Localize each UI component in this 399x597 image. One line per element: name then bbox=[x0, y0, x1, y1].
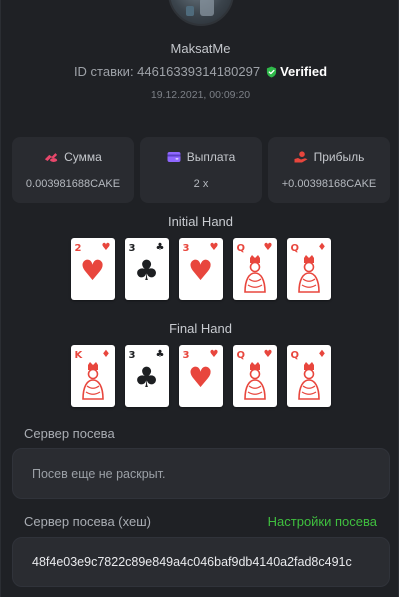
card-suit-small: ♥ bbox=[101, 242, 111, 253]
card-rank: 3 bbox=[128, 350, 136, 361]
wallet-icon bbox=[167, 152, 181, 162]
coins-icon bbox=[45, 153, 58, 162]
court-figure-icon bbox=[297, 255, 320, 293]
card-rank: 3 bbox=[128, 243, 136, 254]
card-suit-small: ♣ bbox=[155, 349, 165, 360]
playing-card: 2 ♥ ♥ bbox=[70, 238, 115, 300]
court-figure-icon bbox=[297, 362, 320, 400]
stat-label: Прибыль bbox=[313, 150, 365, 164]
server-seed-value: Посев еще не раскрыт. bbox=[32, 466, 166, 481]
card-suit-icon: ♥ bbox=[187, 361, 214, 394]
bet-details-panel: MaksatMe ID ставки: 4461633931418029​7 V… bbox=[0, 0, 399, 597]
card-suit-small: ♣ bbox=[155, 242, 165, 253]
card-suit-small: ♥ bbox=[263, 349, 273, 360]
stat-value: 0.003981688CAKE bbox=[25, 178, 121, 190]
card-rank: Q bbox=[236, 243, 246, 254]
bet-id: ID ставки: 4461633931418029​7 bbox=[73, 64, 261, 79]
card-rank: K bbox=[74, 350, 83, 361]
final-hand-title: Final Hand bbox=[169, 321, 232, 336]
card-rank: 3 bbox=[182, 243, 190, 254]
stats-row: Сумма 0.003981688CAKE Выплата 2 x Прибыл… bbox=[12, 137, 390, 203]
playing-card: K ♦ bbox=[70, 345, 115, 407]
stat-label: Сумма bbox=[64, 150, 102, 164]
stat-profit: Прибыль +0.00398168CAKE bbox=[268, 137, 390, 203]
card-rank: 2 bbox=[74, 243, 82, 254]
court-figure-icon bbox=[243, 362, 266, 400]
playing-card: Q ♦ bbox=[286, 345, 331, 407]
card-suit-small: ♦ bbox=[317, 349, 327, 360]
server-seed-field[interactable]: Посев еще не раскрыт. bbox=[12, 448, 390, 499]
stat-value: +0.00398168CAKE bbox=[281, 178, 377, 190]
initial-hand-title: Initial Hand bbox=[167, 214, 234, 229]
server-seed-label: Сервер посева bbox=[24, 426, 115, 441]
playing-card: 3 ♣ ♣ bbox=[124, 238, 169, 300]
card-suit-small: ♦ bbox=[317, 242, 327, 253]
playing-card: 3 ♣ ♣ bbox=[124, 345, 169, 407]
server-seed-hash-label: Сервер посева (хеш) bbox=[24, 514, 151, 529]
initial-hand-cards: 2 ♥ ♥ 3 ♣ ♣ 3 ♥ ♥ Q ♥ Q ♦ bbox=[1, 238, 399, 300]
playing-card: Q ♥ bbox=[232, 238, 277, 300]
avatar bbox=[168, 0, 234, 26]
card-suit-small: ♥ bbox=[263, 242, 273, 253]
card-suit-small: ♦ bbox=[101, 349, 111, 360]
card-rank: Q bbox=[236, 350, 246, 361]
server-seed-hash-field[interactable]: 48f4e03e9c7822c89e849a4c046baf9db4140a2f… bbox=[12, 537, 390, 587]
card-suit-small: ♥ bbox=[209, 349, 219, 360]
card-suit-icon: ♣ bbox=[133, 361, 160, 394]
playing-card: 3 ♥ ♥ bbox=[178, 238, 223, 300]
username: MaksatMe bbox=[170, 41, 231, 56]
seed-settings-link[interactable]: Настройки посева bbox=[268, 514, 377, 529]
verified-badge: Verified bbox=[266, 64, 327, 79]
bet-id-row: ID ставки: 4461633931418029​7 Verified bbox=[1, 64, 399, 79]
hand-coin-icon bbox=[294, 151, 308, 163]
court-figure-icon bbox=[81, 362, 104, 400]
playing-card: Q ♦ bbox=[286, 238, 331, 300]
card-suit-icon: ♥ bbox=[187, 254, 214, 287]
card-rank: Q bbox=[290, 350, 300, 361]
stat-amount: Сумма 0.003981688CAKE bbox=[12, 137, 134, 203]
card-rank: Q bbox=[290, 243, 300, 254]
stat-label: Выплата bbox=[186, 150, 236, 164]
stat-value: 2 x bbox=[193, 178, 209, 190]
court-figure-icon bbox=[243, 255, 266, 293]
final-hand-cards: K ♦ 3 ♣ ♣ 3 ♥ ♥ Q ♥ Q ♦ bbox=[1, 345, 399, 407]
playing-card: 3 ♥ ♥ bbox=[178, 345, 223, 407]
bet-date: 19.12.2021, 00:09:20 bbox=[150, 89, 251, 101]
stat-payout: Выплата 2 x bbox=[140, 137, 262, 203]
playing-card: Q ♥ bbox=[232, 345, 277, 407]
card-suit-icon: ♣ bbox=[133, 254, 160, 287]
shield-check-icon bbox=[266, 66, 277, 77]
server-seed-hash-value: 48f4e03e9c7822c89e849a4c046baf9db4140a2f… bbox=[32, 555, 352, 569]
card-rank: 3 bbox=[182, 350, 190, 361]
card-suit-small: ♥ bbox=[209, 242, 219, 253]
verified-label: Verified bbox=[280, 64, 328, 79]
card-suit-icon: ♥ bbox=[79, 254, 106, 287]
